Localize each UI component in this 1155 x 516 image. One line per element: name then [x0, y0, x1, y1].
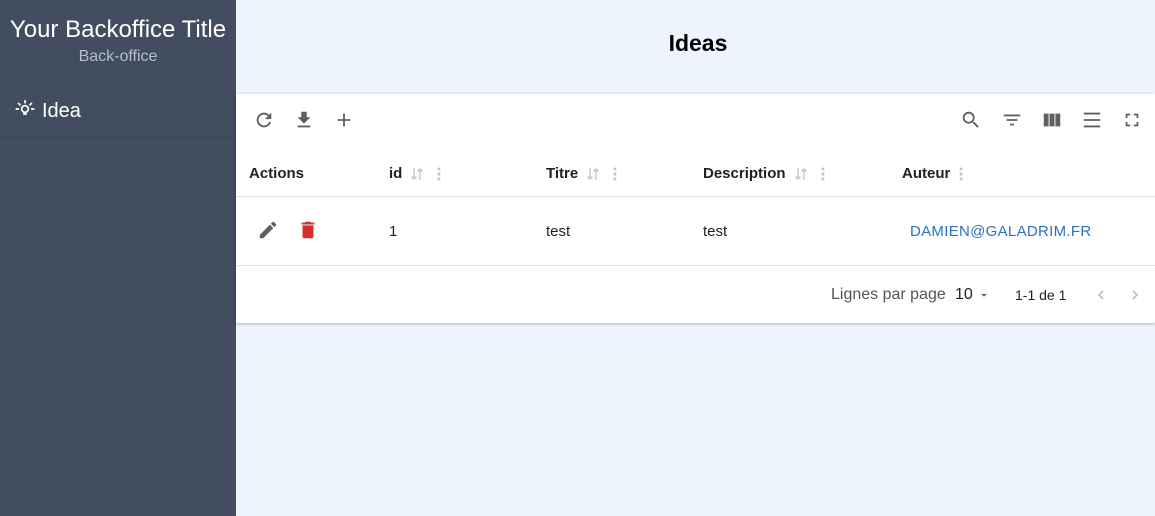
- filter-button[interactable]: [1000, 110, 1024, 134]
- column-header-description[interactable]: Description: [703, 150, 828, 197]
- refresh-icon: [253, 109, 275, 136]
- fullscreen-icon: [1121, 109, 1143, 136]
- column-menu-icon[interactable]: [818, 166, 828, 182]
- fullscreen-button[interactable]: [1120, 110, 1144, 134]
- rows-per-page-label: Lignes par page: [831, 285, 946, 303]
- prev-page-button[interactable]: [1091, 266, 1111, 323]
- column-header-auteur[interactable]: Auteur: [902, 150, 966, 197]
- column-label: Titre: [546, 165, 579, 182]
- page-title: Ideas: [668, 30, 728, 56]
- column-label: Actions: [249, 165, 305, 182]
- cell-auteur-link[interactable]: DAMIEN@GALADRIM.FR: [910, 197, 1091, 266]
- density-button[interactable]: [1080, 110, 1104, 134]
- download-icon: [293, 109, 315, 136]
- delete-button[interactable]: [296, 220, 320, 244]
- rows-per-page-select[interactable]: 10: [955, 266, 991, 323]
- search-icon: [960, 109, 982, 136]
- table-toolbar: [236, 94, 1155, 150]
- data-table-card: Actions id Titre Description Auteur 1 te…: [236, 94, 1155, 323]
- download-button[interactable]: [292, 110, 316, 134]
- app-title: Your Backoffice Title: [9, 16, 227, 43]
- column-menu-icon[interactable]: [956, 166, 966, 182]
- table-header: Actions id Titre Description Auteur: [236, 150, 1155, 197]
- sidebar: Your Backoffice Title Back-office Idea: [0, 0, 236, 516]
- brand: Your Backoffice Title Back-office: [0, 0, 236, 86]
- column-label: Auteur: [902, 165, 951, 182]
- row-actions: [256, 197, 320, 266]
- pencil-icon: [257, 219, 279, 245]
- view-columns-button[interactable]: [1040, 110, 1064, 134]
- chevron-down-icon: [980, 293, 987, 297]
- cell-id: 1: [389, 223, 398, 240]
- chevron-left-icon: [1091, 285, 1111, 305]
- column-header-id[interactable]: id: [389, 150, 444, 197]
- rows-per-page-value: 10: [955, 285, 973, 303]
- add-button[interactable]: [332, 110, 356, 134]
- column-menu-icon[interactable]: [434, 166, 444, 182]
- refresh-button[interactable]: [252, 110, 276, 134]
- sort-icon[interactable]: [794, 167, 808, 181]
- search-button[interactable]: [959, 110, 983, 134]
- filter-icon: [1001, 109, 1023, 136]
- trash-icon: [297, 219, 319, 245]
- sidebar-item-idea[interactable]: Idea: [0, 86, 236, 138]
- chevron-right-icon: [1125, 285, 1145, 305]
- table-row: 1 test test DAMIEN@GALADRIM.FR: [236, 197, 1155, 266]
- sort-icon[interactable]: [586, 167, 600, 181]
- column-header-actions: Actions: [249, 150, 304, 197]
- edit-button[interactable]: [256, 220, 280, 244]
- page-range: 1-1 de 1: [1015, 286, 1067, 303]
- column-label: Description: [703, 165, 786, 182]
- view-columns-icon: [1041, 109, 1063, 136]
- lightbulb-icon: [15, 99, 35, 124]
- density-icon: [1081, 109, 1103, 136]
- app-subtitle: Back-office: [78, 48, 158, 65]
- pagination: Lignes par page 10 1-1 de 1: [236, 266, 1155, 323]
- cell-titre: test: [546, 223, 571, 240]
- main-content: Ideas Actions id Titre Description Auteu…: [236, 0, 1155, 516]
- column-menu-icon[interactable]: [610, 166, 620, 182]
- cell-description: test: [703, 223, 728, 240]
- column-header-titre[interactable]: Titre: [546, 150, 620, 197]
- sidebar-item-label: Idea: [42, 100, 81, 122]
- sort-icon[interactable]: [410, 167, 424, 181]
- next-page-button[interactable]: [1125, 266, 1145, 323]
- add-icon: [333, 109, 355, 136]
- column-label: id: [389, 165, 403, 182]
